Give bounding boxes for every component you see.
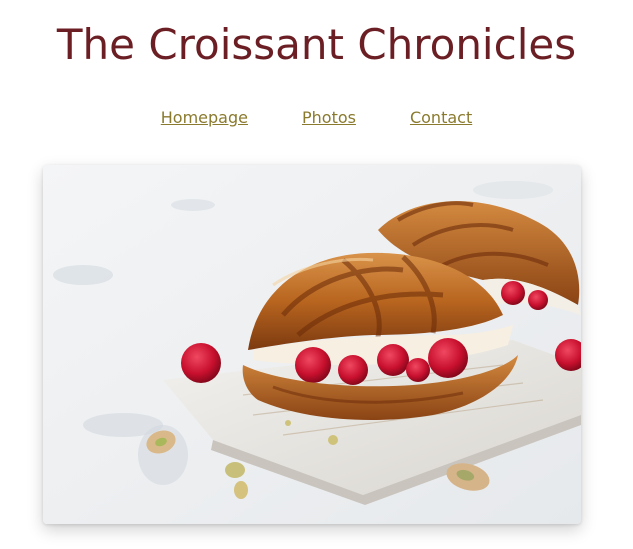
nav-link-contact[interactable]: Contact xyxy=(410,108,472,127)
hero-image xyxy=(43,165,581,524)
site-title: The Croissant Chronicles xyxy=(56,20,577,69)
nav-link-photos[interactable]: Photos xyxy=(302,108,356,127)
nav-link-homepage[interactable]: Homepage xyxy=(161,108,248,127)
main-nav: Homepage Photos Contact xyxy=(0,108,633,127)
croissant-photo xyxy=(43,165,581,524)
